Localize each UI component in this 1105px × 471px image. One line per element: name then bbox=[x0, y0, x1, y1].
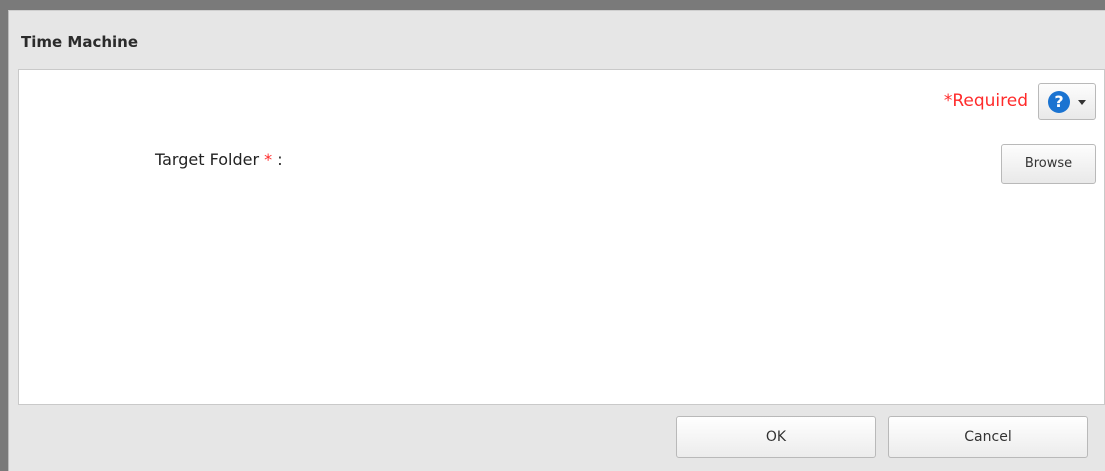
cancel-button[interactable]: Cancel bbox=[888, 416, 1088, 458]
dialog-titlebar: Time Machine bbox=[9, 11, 1105, 68]
required-note: *Required bbox=[943, 91, 1028, 111]
target-folder-label: Target Folder * : bbox=[155, 150, 283, 169]
browse-button[interactable]: Browse bbox=[1001, 144, 1096, 184]
caret-down-icon bbox=[1078, 100, 1086, 105]
required-asterisk: * bbox=[264, 150, 273, 169]
target-folder-label-text: Target Folder bbox=[155, 150, 260, 169]
help-dropdown-button[interactable]: ? bbox=[1038, 83, 1096, 120]
time-machine-dialog: Time Machine *Required ? Target Folder *… bbox=[8, 10, 1105, 471]
dialog-content-panel: *Required ? Target Folder * : Browse bbox=[18, 69, 1105, 405]
label-separator: : bbox=[277, 150, 283, 169]
dialog-title: Time Machine bbox=[21, 33, 139, 51]
question-circle-icon: ? bbox=[1048, 91, 1070, 113]
ok-button[interactable]: OK bbox=[676, 416, 876, 458]
